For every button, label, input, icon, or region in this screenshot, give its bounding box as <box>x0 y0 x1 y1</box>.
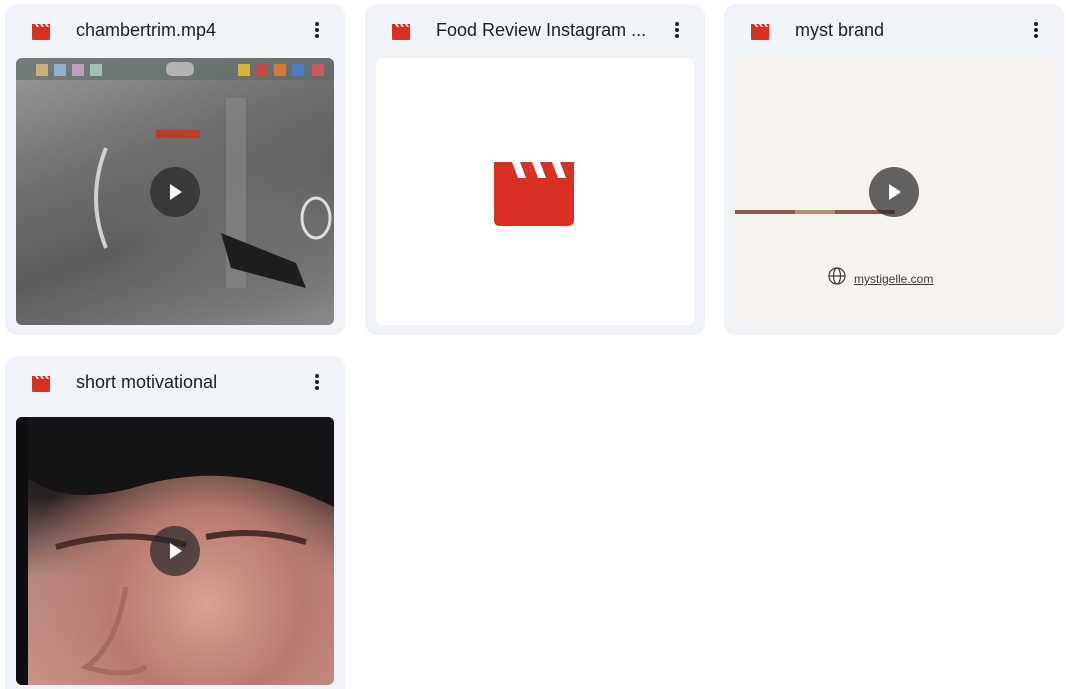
video-thumbnail[interactable] <box>16 58 334 325</box>
video-thumbnail[interactable] <box>16 417 334 685</box>
more-vert-icon <box>315 374 319 390</box>
video-clapperboard-icon <box>392 24 410 40</box>
more-vert-icon <box>315 22 319 38</box>
more-vert-icon <box>675 22 679 38</box>
globe-icon <box>828 267 846 285</box>
card-header: Food Review Instagram ... <box>365 4 705 58</box>
brand-stripe <box>735 210 895 214</box>
video-thumbnail-placeholder[interactable] <box>376 58 694 325</box>
file-card-short-motivational[interactable]: short motivational <box>5 356 345 689</box>
video-thumbnail[interactable]: mystigelle.com <box>735 58 1053 325</box>
brand-url: mystigelle.com <box>854 272 934 286</box>
file-title[interactable]: Food Review Instagram ... <box>436 18 656 42</box>
play-icon <box>170 183 182 200</box>
more-options-button[interactable] <box>661 14 693 46</box>
card-header: short motivational <box>5 356 345 410</box>
file-card-food-review[interactable]: Food Review Instagram ... <box>365 4 705 335</box>
more-options-button[interactable] <box>301 14 333 46</box>
play-button[interactable] <box>150 526 200 576</box>
more-options-button[interactable] <box>301 366 333 398</box>
more-options-button[interactable] <box>1020 14 1052 46</box>
file-card-myst-brand[interactable]: myst brand mystigelle.com <box>724 4 1064 335</box>
large-clapperboard-icon <box>494 162 574 226</box>
video-clapperboard-icon <box>751 24 769 40</box>
card-header: myst brand <box>724 4 1064 58</box>
file-title[interactable]: short motivational <box>76 370 296 394</box>
play-icon <box>170 543 182 559</box>
play-icon <box>889 183 901 200</box>
more-vert-icon <box>1034 22 1038 38</box>
file-title[interactable]: chambertrim.mp4 <box>76 18 296 42</box>
video-clapperboard-icon <box>32 24 50 40</box>
card-header: chambertrim.mp4 <box>5 4 345 58</box>
video-clapperboard-icon <box>32 376 50 392</box>
file-card-chambertrim[interactable]: chambertrim.mp4 <box>5 4 345 335</box>
play-button[interactable] <box>150 166 200 217</box>
file-grid: chambertrim.mp4 Food Review Instagram ..… <box>0 0 1066 689</box>
file-title[interactable]: myst brand <box>795 18 1015 42</box>
play-button[interactable] <box>869 166 919 217</box>
